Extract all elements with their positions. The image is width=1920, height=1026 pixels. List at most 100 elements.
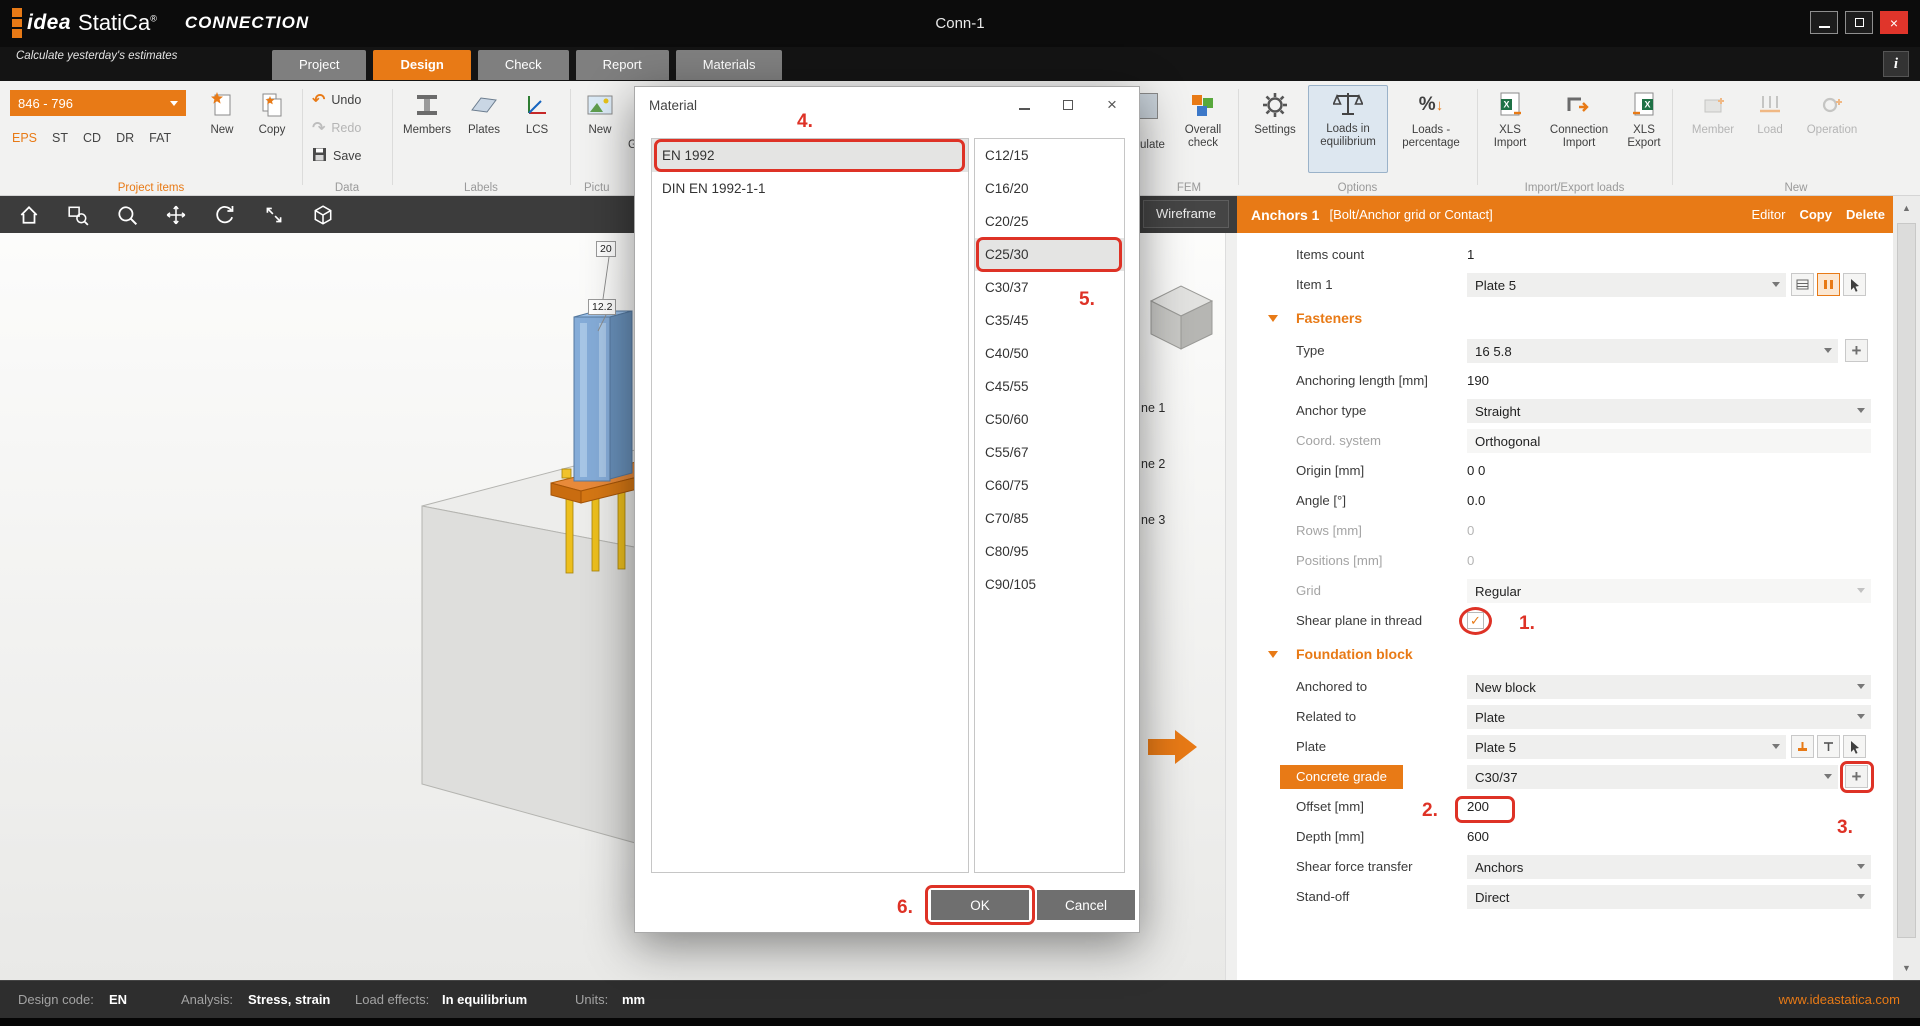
code-fat[interactable]: FAT	[149, 131, 171, 145]
delete-link[interactable]: Delete	[1846, 207, 1885, 222]
grid-dropdown[interactable]: Regular	[1467, 579, 1871, 603]
overall-check-button[interactable]: Overall check	[1172, 87, 1234, 150]
window-close-button[interactable]: ×	[1880, 11, 1908, 34]
plates-labels-button[interactable]: Plates	[458, 87, 510, 137]
tab-project[interactable]: Project	[272, 50, 366, 80]
item1-dropdown[interactable]: Plate 5	[1467, 273, 1786, 297]
list-item-grade[interactable]: C80/95	[975, 535, 1124, 568]
tab-report[interactable]: Report	[576, 50, 669, 80]
undo-button[interactable]: ↶ Undo	[312, 89, 361, 111]
copy-project-item-button[interactable]: Copy	[248, 87, 296, 137]
dialog-close-button[interactable]: ×	[1099, 93, 1125, 117]
add-concrete-grade-button[interactable]: +	[1845, 765, 1868, 788]
new-member-button[interactable]: Member	[1686, 87, 1740, 137]
list-item-grade[interactable]: C25/30	[975, 238, 1124, 271]
pan-icon[interactable]	[165, 204, 187, 226]
new-picture-button[interactable]: New	[576, 87, 624, 137]
fit-view-icon[interactable]	[263, 204, 285, 226]
list-item-grade[interactable]: C16/20	[975, 172, 1124, 205]
anchoring-length-input[interactable]: 190	[1467, 369, 1489, 393]
positions-input[interactable]: 0	[1467, 549, 1474, 573]
collapse-triangle-icon[interactable]	[1268, 651, 1278, 658]
stand-off-mode-button[interactable]	[1817, 735, 1840, 758]
add-bolt-assembly-button[interactable]: +	[1845, 339, 1868, 362]
list-item-grade[interactable]: C50/60	[975, 403, 1124, 436]
coord-system-dropdown[interactable]: Orthogonal	[1467, 429, 1871, 453]
info-button[interactable]: i	[1883, 51, 1909, 77]
loads-in-equilibrium-toggle[interactable]: Loads in equilibrium	[1308, 85, 1388, 173]
code-cd[interactable]: CD	[83, 131, 101, 145]
xls-import-button[interactable]: X XLS Import	[1483, 87, 1537, 150]
list-item-grade[interactable]: C35/45	[975, 304, 1124, 337]
scroll-down-icon[interactable]: ▼	[1893, 956, 1920, 980]
plate-dropdown[interactable]: Plate 5	[1467, 735, 1786, 759]
zoom-icon[interactable]	[116, 204, 138, 226]
tab-design[interactable]: Design	[373, 50, 470, 80]
viewport-scrollbar[interactable]	[1225, 233, 1237, 980]
loads-percentage-toggle[interactable]: %↓ Loads - percentage	[1392, 87, 1470, 150]
code-eps[interactable]: EPS	[12, 131, 37, 145]
new-project-item-button[interactable]: New	[198, 87, 246, 137]
anchor-type-size-dropdown[interactable]: 16 5.8	[1467, 339, 1838, 363]
website-link[interactable]: www.ideastatica.com	[1779, 981, 1900, 1019]
panel-scrollbar[interactable]: ▲ ▼	[1893, 196, 1920, 980]
concrete-grade-dropdown[interactable]: C30/37	[1467, 765, 1838, 789]
list-item-grade[interactable]: C60/75	[975, 469, 1124, 502]
list-item-grade[interactable]: C70/85	[975, 502, 1124, 535]
list-item-grade[interactable]: C30/37	[975, 271, 1124, 304]
editor-link[interactable]: Editor	[1752, 207, 1786, 222]
offset-input[interactable]: 200	[1467, 795, 1489, 819]
connection-import-button[interactable]: Connection Import	[1539, 87, 1619, 150]
settings-button[interactable]: Settings	[1246, 87, 1304, 137]
depth-input[interactable]: 600	[1467, 825, 1489, 849]
angle-input[interactable]: 0.0	[1467, 489, 1485, 513]
calculate-button-partial[interactable]: ulate	[1140, 139, 1165, 151]
rows-input[interactable]: 0	[1467, 519, 1474, 543]
home-view-icon[interactable]	[18, 204, 40, 226]
grid-edit-button[interactable]	[1791, 273, 1814, 296]
ok-button[interactable]: OK	[931, 890, 1029, 920]
code-st[interactable]: ST	[52, 131, 68, 145]
project-item-dropdown[interactable]: 846 - 796	[10, 90, 186, 116]
cancel-button[interactable]: Cancel	[1037, 890, 1135, 920]
dialog-maximize-button[interactable]	[1055, 93, 1081, 117]
window-minimize-button[interactable]	[1810, 11, 1838, 34]
save-button[interactable]: Save	[312, 145, 362, 167]
collapse-triangle-icon[interactable]	[1268, 315, 1278, 322]
copy-link[interactable]: Copy	[1799, 207, 1832, 222]
list-item-grade[interactable]: C45/55	[975, 370, 1124, 403]
wireframe-toggle[interactable]: Wireframe	[1143, 200, 1229, 228]
scroll-up-icon[interactable]: ▲	[1893, 196, 1920, 220]
dialog-titlebar[interactable]: Material ×	[635, 87, 1139, 123]
stand-off-dropdown[interactable]: Direct	[1467, 885, 1871, 909]
origin-input[interactable]: 0 0	[1467, 459, 1485, 483]
zoom-window-icon[interactable]	[67, 204, 89, 226]
list-item-grade[interactable]: C55/67	[975, 436, 1124, 469]
navigation-cube[interactable]	[1151, 286, 1212, 349]
anchor-type-dropdown[interactable]: Straight	[1467, 399, 1871, 423]
tab-check[interactable]: Check	[478, 50, 569, 80]
scrollbar-thumb[interactable]	[1897, 223, 1916, 938]
anchored-to-dropdown[interactable]: New block	[1467, 675, 1871, 699]
list-item-code[interactable]: DIN EN 1992-1-1	[652, 172, 968, 205]
rotate-view-icon[interactable]	[214, 204, 236, 226]
lcs-labels-button[interactable]: LCS	[514, 87, 560, 137]
items-count-value[interactable]: 1	[1467, 243, 1474, 267]
members-labels-button[interactable]: Members	[398, 87, 456, 137]
pointer-select-button[interactable]	[1843, 735, 1866, 758]
related-to-dropdown[interactable]: Plate	[1467, 705, 1871, 729]
xls-export-button[interactable]: X XLS Export	[1619, 87, 1669, 150]
tab-materials[interactable]: Materials	[676, 50, 783, 80]
list-item-grade[interactable]: C40/50	[975, 337, 1124, 370]
anchor-position-button[interactable]	[1791, 735, 1814, 758]
dialog-minimize-button[interactable]	[1011, 93, 1037, 117]
list-item-grade[interactable]: C20/25	[975, 205, 1124, 238]
list-item-grade[interactable]: C90/105	[975, 568, 1124, 601]
shear-plane-checkbox[interactable]: ✓	[1467, 612, 1484, 629]
code-dr[interactable]: DR	[116, 131, 134, 145]
shear-force-transfer-dropdown[interactable]: Anchors	[1467, 855, 1871, 879]
solid-view-cube-icon[interactable]	[312, 204, 334, 226]
window-maximize-button[interactable]	[1845, 11, 1873, 34]
pointer-select-button[interactable]	[1843, 273, 1866, 296]
new-load-button[interactable]: Load	[1748, 87, 1792, 137]
